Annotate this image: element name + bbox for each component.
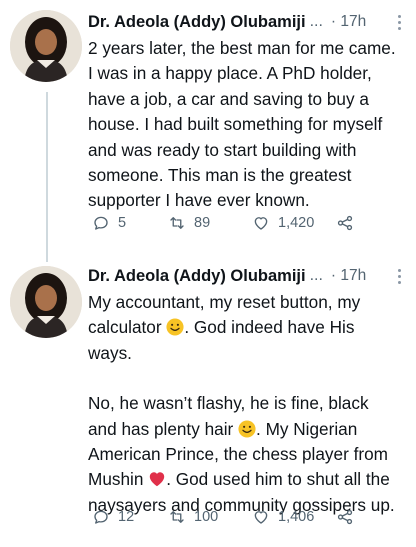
smiley-emoji bbox=[238, 420, 256, 438]
tweet-text-segment: calculator bbox=[88, 317, 162, 338]
like-count: 1,406 bbox=[278, 509, 315, 525]
author-name[interactable]: Dr. Adeola (Addy) Olubamiji bbox=[88, 267, 306, 286]
name-ellipsis: ... bbox=[309, 267, 323, 284]
like-icon bbox=[254, 511, 268, 524]
like-icon bbox=[254, 217, 268, 230]
heart-emoji bbox=[149, 472, 165, 487]
tweet-text-segment: . My Nigerian bbox=[256, 418, 358, 439]
like-button[interactable]: 1,420 bbox=[252, 214, 336, 232]
share-button[interactable] bbox=[336, 214, 354, 232]
more-icon[interactable] bbox=[392, 268, 406, 284]
retweet-count: 89 bbox=[194, 215, 211, 231]
tweet-text: My accountant, my reset button, my calcu… bbox=[88, 290, 408, 518]
tweet-line: supporter I have ever known. bbox=[88, 190, 310, 211]
tweet-line: American Prince, the chess player from bbox=[88, 444, 388, 465]
tweet-line: house. I had built something for myself bbox=[88, 114, 383, 135]
smiley-emoji bbox=[166, 318, 184, 336]
retweet-count: 100 bbox=[194, 509, 219, 525]
like-button[interactable]: 1,406 bbox=[252, 508, 336, 526]
tweet-line: ways. bbox=[88, 342, 132, 363]
tweet-text-segment: and has plenty hair bbox=[88, 418, 234, 439]
reply-count: 12 bbox=[118, 509, 135, 525]
tweet-text-segment: Mushin bbox=[88, 469, 144, 490]
tweet-text-segment: . God used him to shut all the bbox=[166, 469, 390, 490]
reply-icon bbox=[94, 510, 108, 524]
tweet-line: calculator . God indeed have His bbox=[88, 315, 408, 340]
author-name[interactable]: Dr. Adeola (Addy) Olubamiji bbox=[88, 13, 306, 32]
tweet-line: and has plenty hair . My Nigerian bbox=[88, 417, 408, 442]
name-ellipsis: ... bbox=[309, 13, 323, 30]
share-icon bbox=[337, 509, 353, 525]
tweet[interactable]: Dr. Adeola (Addy) Olubamiji ... · 17h 2 … bbox=[0, 0, 416, 258]
like-count: 1,420 bbox=[278, 215, 315, 231]
reply-count: 5 bbox=[118, 215, 127, 231]
tweet[interactable]: Dr. Adeola (Addy) Olubamiji ... · 17h My… bbox=[0, 258, 416, 547]
tweet-line: have a job, a car and saving to buy a bbox=[88, 88, 369, 109]
reply-button[interactable]: 12 bbox=[92, 508, 168, 526]
tweet-text-segment: . God indeed have His bbox=[184, 317, 355, 338]
tweet-line: No, he wasn’t flashy, he is fine, black bbox=[88, 393, 369, 414]
timestamp[interactable]: · 17h bbox=[331, 267, 366, 285]
share-button[interactable] bbox=[336, 508, 354, 526]
retweet-button[interactable]: 89 bbox=[168, 214, 252, 232]
reply-button[interactable]: 5 bbox=[92, 214, 168, 232]
reply-icon bbox=[94, 216, 108, 230]
tweet-line: Mushin . God used him to shut all the bbox=[88, 467, 408, 492]
retweet-icon bbox=[170, 511, 184, 523]
tweet-text: 2 years later, the best man for me came.… bbox=[88, 36, 408, 214]
retweet-button[interactable]: 100 bbox=[168, 508, 252, 526]
avatar[interactable] bbox=[10, 266, 82, 338]
tweet-line: 2 years later, the best man for me came. bbox=[88, 38, 396, 58]
tweet-line: My accountant, my reset button, my bbox=[88, 292, 361, 312]
tweet-line: I was in a happy place. A PhD holder, bbox=[88, 63, 372, 84]
retweet-icon bbox=[170, 217, 184, 229]
tweet-line: and was ready to start building with bbox=[88, 139, 357, 160]
timestamp[interactable]: · 17h bbox=[331, 13, 366, 31]
tweet-line: someone. This man is the greatest bbox=[88, 165, 352, 186]
more-icon[interactable] bbox=[392, 14, 406, 30]
share-icon bbox=[337, 215, 353, 231]
avatar[interactable] bbox=[10, 10, 82, 82]
